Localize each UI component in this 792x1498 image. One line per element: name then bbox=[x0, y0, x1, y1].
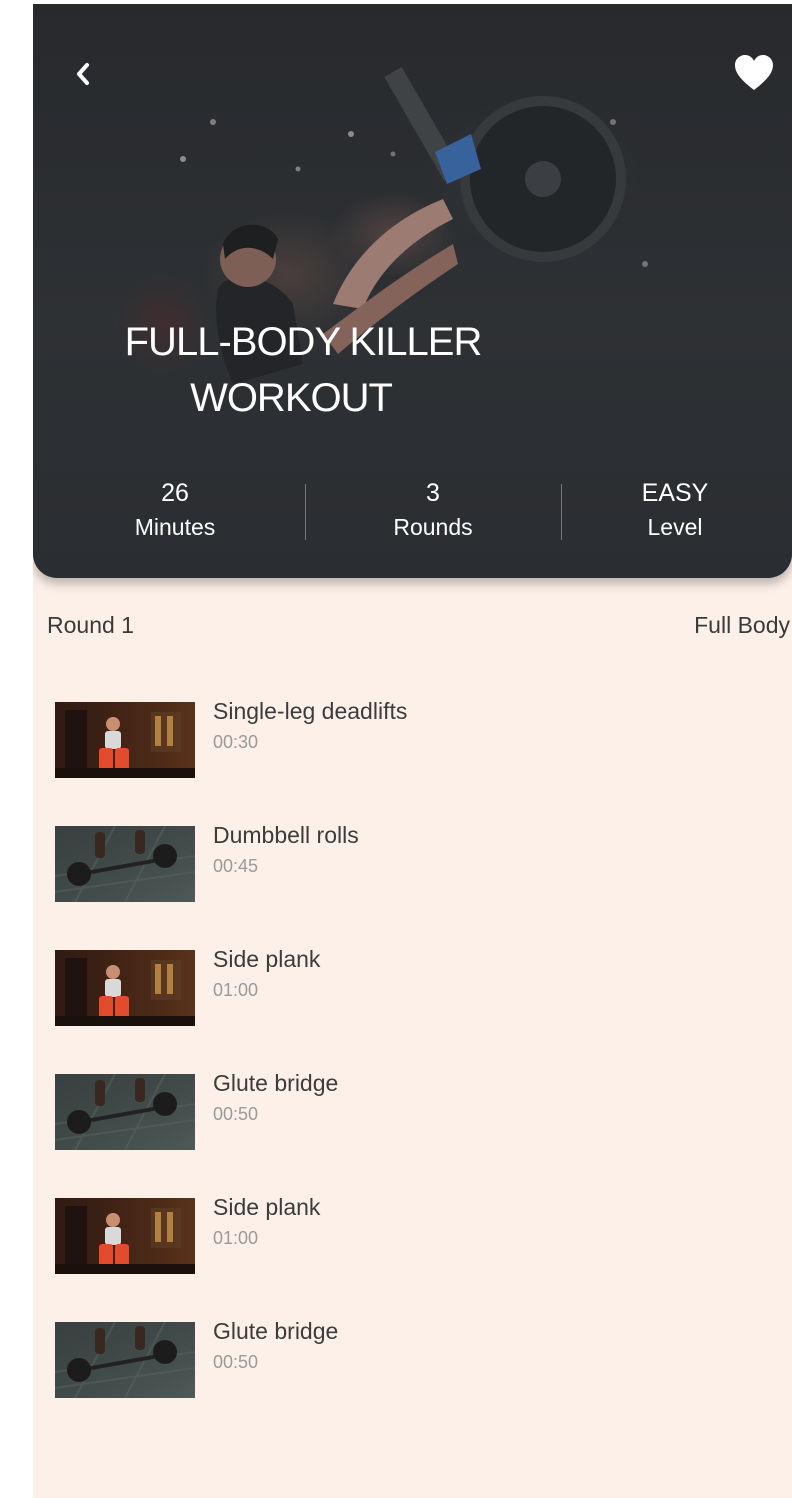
stat-divider bbox=[305, 484, 306, 540]
exercise-item[interactable]: Single-leg deadlifts 00:30 bbox=[55, 696, 775, 820]
exercise-item[interactable]: Glute bridge 00:50 bbox=[55, 1316, 775, 1440]
stat-level: EASY Level bbox=[575, 476, 775, 544]
barbell-floor-thumbnail bbox=[55, 826, 195, 902]
exercise-name: Side plank bbox=[213, 946, 321, 972]
barbell-floor-thumbnail bbox=[55, 1322, 195, 1398]
stat-rounds: 3 Rounds bbox=[333, 476, 533, 544]
back-button[interactable] bbox=[63, 54, 103, 94]
workout-detail-screen: FULL-BODY KILLER WORKOUT 26 Minutes 3 Ro… bbox=[33, 4, 792, 1498]
round-category: Full Body bbox=[694, 612, 790, 638]
chevron-left-icon bbox=[77, 63, 89, 85]
workout-stats: 26 Minutes 3 Rounds EASY Level bbox=[33, 476, 792, 546]
exercise-duration: 00:30 bbox=[213, 732, 259, 752]
stat-label: Rounds bbox=[393, 514, 473, 540]
gym-athlete-thumbnail bbox=[55, 950, 195, 1026]
stat-label: Minutes bbox=[134, 514, 216, 540]
exercise-item[interactable]: Glute bridge 00:50 bbox=[55, 1068, 775, 1192]
stat-duration: 26 Minutes bbox=[75, 476, 275, 544]
workout-title: FULL-BODY KILLER WORKOUT bbox=[73, 314, 533, 426]
stat-value: 3 bbox=[426, 479, 440, 507]
exercise-name: Glute bridge bbox=[213, 1070, 339, 1096]
barbell-floor-thumbnail bbox=[55, 1074, 195, 1150]
exercise-name: Glute bridge bbox=[213, 1318, 339, 1344]
exercise-name: Dumbbell rolls bbox=[213, 822, 359, 848]
workout-title-line1: FULL-BODY KILLER bbox=[124, 320, 483, 364]
exercise-item[interactable]: Dumbbell rolls 00:45 bbox=[55, 820, 775, 944]
gym-athlete-thumbnail bbox=[55, 702, 195, 778]
exercise-duration: 00:50 bbox=[213, 1104, 259, 1124]
exercise-duration: 01:00 bbox=[213, 980, 259, 1000]
heart-icon bbox=[735, 55, 773, 90]
exercise-name: Single-leg deadlifts bbox=[213, 698, 408, 724]
workout-title-line2: WORKOUT bbox=[190, 376, 393, 420]
stat-value: 26 bbox=[161, 479, 189, 507]
exercise-name: Side plank bbox=[213, 1194, 321, 1220]
gym-athlete-thumbnail bbox=[55, 1198, 195, 1274]
stat-label: Level bbox=[647, 514, 703, 540]
favorite-button[interactable] bbox=[729, 48, 779, 98]
round-title: Round 1 bbox=[47, 612, 134, 638]
exercise-item[interactable]: Side plank 01:00 bbox=[55, 1192, 775, 1316]
exercise-duration: 00:50 bbox=[213, 1352, 259, 1372]
stat-divider bbox=[561, 484, 562, 540]
stat-value: EASY bbox=[641, 479, 709, 507]
workout-hero: FULL-BODY KILLER WORKOUT 26 Minutes 3 Ro… bbox=[33, 4, 792, 578]
exercise-list: Single-leg deadlifts 00:30 Dumbbell roll… bbox=[55, 696, 775, 1440]
round-header: Round 1 Full Body bbox=[47, 612, 792, 646]
exercise-duration: 01:00 bbox=[213, 1228, 259, 1248]
exercise-item[interactable]: Side plank 01:00 bbox=[55, 944, 775, 1068]
exercise-duration: 00:45 bbox=[213, 856, 259, 876]
